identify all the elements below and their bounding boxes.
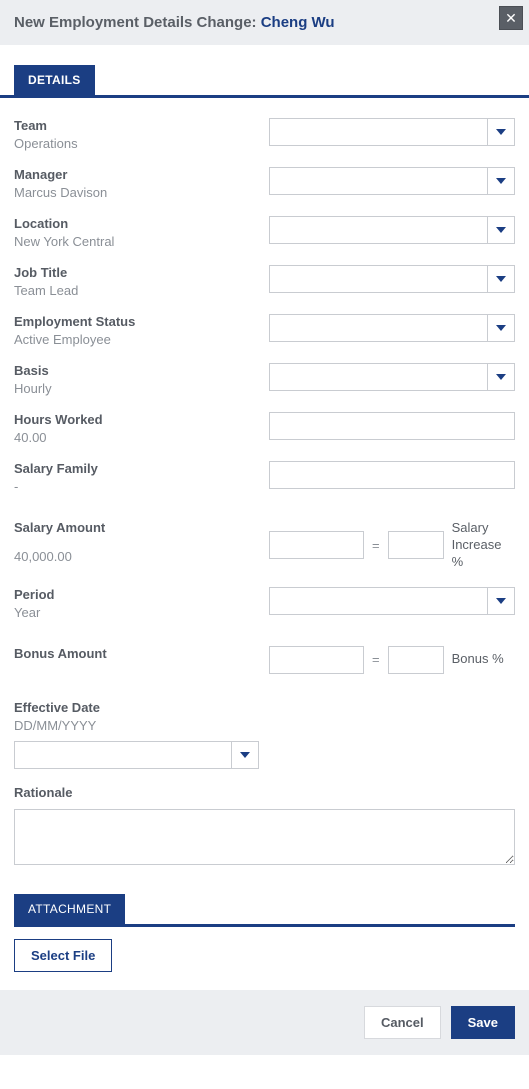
current-salary-family: - [14,479,259,494]
current-salary-amount: 40,000.00 [14,549,259,564]
attachment-header: ATTACHMENT [14,894,515,924]
input-salary-family[interactable] [269,461,515,489]
field-row-hours: Hours Worked 40.00 [14,404,515,453]
label-job-title: Job Title [14,265,259,280]
dropdown-job-title[interactable] [487,265,515,293]
placeholder-effective-date: DD/MM/YYYY [14,718,515,733]
chevron-down-icon [240,752,250,758]
field-row-period: Period Year [14,579,515,628]
label-hours: Hours Worked [14,412,259,427]
label-location: Location [14,216,259,231]
cancel-button[interactable]: Cancel [364,1006,441,1039]
label-salary-amount: Salary Amount [14,520,259,535]
current-manager: Marcus Davison [14,185,259,200]
save-button[interactable]: Save [451,1006,515,1039]
field-row-job-title: Job Title Team Lead [14,257,515,306]
input-team[interactable] [269,118,487,146]
current-job-title: Team Lead [14,283,259,298]
tabs-bar: DETAILS [0,45,529,95]
modal-header: New Employment Details Change: Cheng Wu … [0,0,529,45]
input-salary-amount[interactable] [269,531,364,559]
chevron-down-icon [496,227,506,233]
combo-emp-status[interactable] [269,314,515,342]
combo-effective-date[interactable] [14,741,259,769]
input-manager[interactable] [269,167,487,195]
label-team: Team [14,118,259,133]
select-file-button[interactable]: Select File [14,939,112,972]
dropdown-effective-date[interactable] [231,741,259,769]
label-effective-date: Effective Date [14,700,515,715]
employee-name: Cheng Wu [261,14,335,31]
field-row-location: Location New York Central [14,208,515,257]
close-icon: ✕ [505,10,517,27]
input-emp-status[interactable] [269,314,487,342]
label-salary-family: Salary Family [14,461,259,476]
field-row-salary-family: Salary Family - [14,453,515,502]
input-location[interactable] [269,216,487,244]
input-effective-date[interactable] [14,741,231,769]
dropdown-period[interactable] [487,587,515,615]
equals-label: = [372,538,380,553]
combo-period[interactable] [269,587,515,615]
chevron-down-icon [496,276,506,282]
label-basis: Basis [14,363,259,378]
input-basis[interactable] [269,363,487,391]
equals-label-bonus: = [372,652,380,667]
input-bonus-amount[interactable] [269,646,364,674]
field-row-emp-status: Employment Status Active Employee [14,306,515,355]
combo-manager[interactable] [269,167,515,195]
input-job-title[interactable] [269,265,487,293]
textarea-rationale[interactable] [14,809,515,865]
label-bonus-amount: Bonus Amount [14,646,259,661]
combo-location[interactable] [269,216,515,244]
chevron-down-icon [496,178,506,184]
title-prefix: New Employment Details Change: [14,14,261,31]
field-row-salary-amount: Salary Amount 40,000.00 = Salary Increas… [14,512,515,579]
modal-title: New Employment Details Change: Cheng Wu [14,14,335,31]
tab-attachment[interactable]: ATTACHMENT [14,894,125,924]
field-row-manager: Manager Marcus Davison [14,159,515,208]
dropdown-emp-status[interactable] [487,314,515,342]
label-rationale: Rationale [14,785,515,800]
modal-footer: Cancel Save [0,990,529,1055]
chevron-down-icon [496,374,506,380]
chevron-down-icon [496,325,506,331]
current-emp-status: Active Employee [14,332,259,347]
field-row-basis: Basis Hourly [14,355,515,404]
label-salary-increase: Salary Increase [452,520,515,554]
field-row-team: Team Operations [14,110,515,159]
current-location: New York Central [14,234,259,249]
current-period: Year [14,605,259,620]
dropdown-manager[interactable] [487,167,515,195]
current-basis: Hourly [14,381,259,396]
current-team: Operations [14,136,259,151]
field-block-effective-date: Effective Date DD/MM/YYYY [14,692,515,777]
label-period: Period [14,587,259,602]
tab-details[interactable]: DETAILS [14,65,95,95]
input-bonus-pct[interactable] [388,646,444,674]
label-bonus-pct: Bonus % [452,651,504,668]
chevron-down-icon [496,598,506,604]
form-area: Team Operations Manager Marcus Davison [0,106,529,880]
attachment-body: Select File [0,927,529,990]
input-period[interactable] [269,587,487,615]
input-hours[interactable] [269,412,515,440]
label-emp-status: Employment Status [14,314,259,329]
dropdown-location[interactable] [487,216,515,244]
current-hours: 40.00 [14,430,259,445]
field-block-rationale: Rationale [14,777,515,878]
dropdown-team[interactable] [487,118,515,146]
combo-basis[interactable] [269,363,515,391]
label-salary-increase-pct: % [452,554,515,571]
dropdown-basis[interactable] [487,363,515,391]
close-button[interactable]: ✕ [499,6,523,30]
field-row-bonus-amount: Bonus Amount = Bonus % [14,638,515,682]
combo-team[interactable] [269,118,515,146]
label-manager: Manager [14,167,259,182]
tab-underline [0,95,529,98]
input-salary-increase[interactable] [388,531,444,559]
combo-job-title[interactable] [269,265,515,293]
chevron-down-icon [496,129,506,135]
